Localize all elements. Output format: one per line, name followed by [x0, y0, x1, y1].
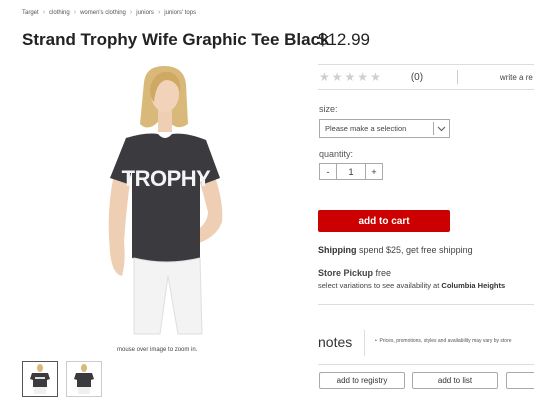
star-icon: ★	[357, 70, 369, 84]
shipping-info: Shipping spend $25, get free shipping	[318, 245, 473, 255]
store-pickup-label[interactable]: Store Pickup	[318, 268, 373, 278]
write-review-link[interactable]: write a re	[500, 73, 534, 82]
breadcrumb: Target › clothing › women's clothing › j…	[22, 9, 196, 16]
star-rating[interactable]: ★ ★ ★ ★ ★	[319, 71, 381, 83]
notes-heading: notes	[318, 334, 353, 350]
star-icon: ★	[370, 70, 381, 84]
store-pickup-suffix: free	[373, 268, 392, 278]
chevron-right-icon: ›	[157, 9, 161, 16]
availability-text: select variations to see availability at	[318, 281, 442, 290]
chevron-right-icon: ›	[42, 9, 46, 16]
rating-bar: ★ ★ ★ ★ ★ (0) write a re	[318, 64, 534, 90]
add-to-list-button[interactable]: add to list	[412, 372, 498, 389]
divider	[364, 330, 365, 356]
thumbnail-front-image	[30, 364, 50, 394]
shipping-label[interactable]: Shipping	[318, 245, 357, 255]
zoom-hint: mouse over image to zoom in.	[117, 347, 198, 353]
add-to-cart-button[interactable]: add to cart	[318, 210, 450, 232]
star-icon: ★	[344, 70, 356, 84]
thumbnail-back[interactable]	[66, 361, 102, 397]
review-count[interactable]: (0)	[411, 72, 423, 83]
quantity-increment-button[interactable]: +	[365, 163, 383, 180]
share-button[interactable]	[506, 372, 534, 389]
chevron-right-icon: ›	[73, 9, 77, 16]
quantity-label: quantity:	[319, 149, 354, 159]
breadcrumb-link-juniors-tops[interactable]: juniors' tops	[164, 10, 196, 16]
add-to-registry-button[interactable]: add to registry	[319, 372, 405, 389]
size-select[interactable]: Please make a selection	[319, 119, 450, 138]
shipping-text: spend $25, get free shipping	[356, 245, 473, 255]
divider	[457, 70, 458, 84]
store-name-link[interactable]: Columbia Heights	[441, 281, 505, 290]
breadcrumb-link-target[interactable]: Target	[22, 10, 39, 16]
product-main-image[interactable]: TROPHY	[96, 62, 234, 338]
breadcrumb-link-juniors[interactable]: juniors	[136, 10, 154, 16]
quantity-stepper: - 1 +	[319, 163, 383, 180]
store-pickup-availability: select variations to see availability at…	[318, 281, 534, 290]
chevron-down-icon	[433, 122, 449, 135]
divider	[318, 364, 534, 365]
breadcrumb-link-womens-clothing[interactable]: women's clothing	[80, 10, 126, 16]
product-title: Strand Trophy Wife Graphic Tee Black	[22, 30, 330, 49]
size-label: size:	[319, 104, 338, 114]
size-select-value: Please make a selection	[325, 124, 407, 133]
quantity-decrement-button[interactable]: -	[319, 163, 337, 180]
divider	[318, 304, 534, 305]
quantity-input[interactable]: 1	[337, 163, 365, 180]
store-pickup-info: Store Pickup free	[318, 268, 391, 278]
product-price: $12.99	[318, 30, 370, 49]
star-icon: ★	[319, 70, 330, 84]
notes-text: • Prices, promotions, styles and availab…	[375, 338, 512, 344]
thumbnail-front[interactable]	[22, 361, 58, 397]
breadcrumb-link-clothing[interactable]: clothing	[49, 10, 70, 16]
shirt-print-text: TROPHY	[122, 166, 212, 191]
model-photo: TROPHY	[108, 66, 223, 335]
star-icon: ★	[331, 70, 343, 84]
thumbnail-back-image	[74, 364, 94, 394]
chevron-right-icon: ›	[129, 9, 133, 16]
